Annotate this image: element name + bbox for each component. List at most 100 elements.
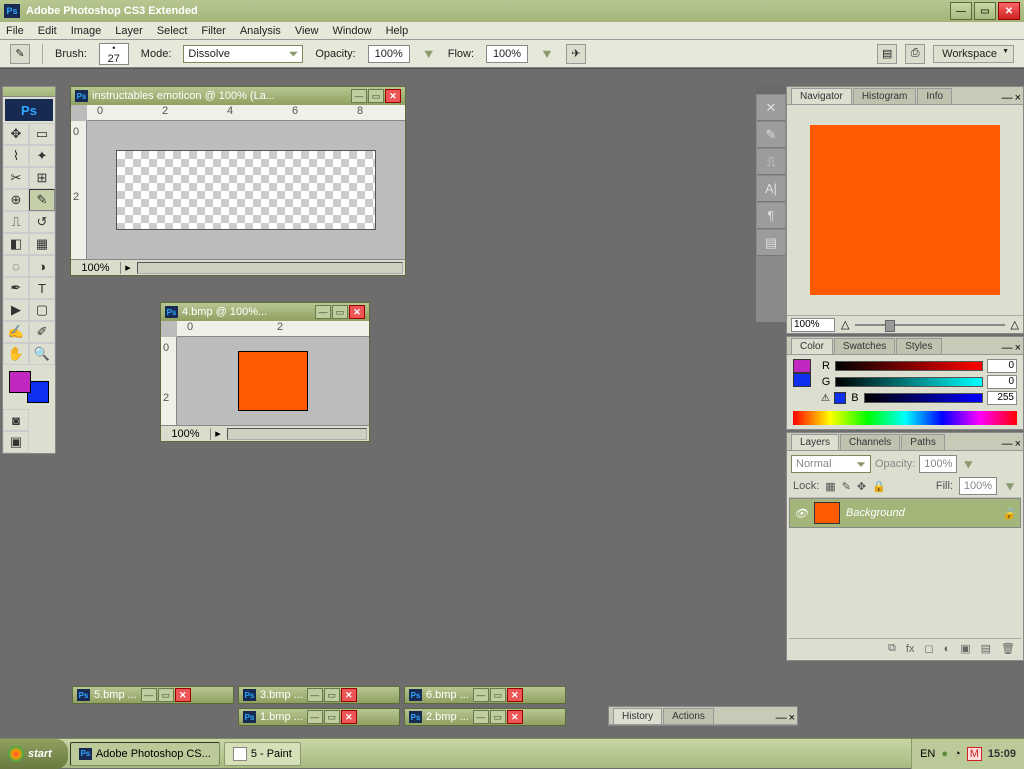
- layer-fill-input[interactable]: 100%: [959, 477, 997, 495]
- screenmode-toggle[interactable]: ▣: [3, 431, 29, 453]
- tab-histogram[interactable]: Histogram: [853, 88, 917, 104]
- lasso-tool[interactable]: ⌇: [3, 145, 29, 167]
- tray-icon[interactable]: ●: [941, 748, 948, 760]
- language-indicator[interactable]: EN: [920, 748, 935, 760]
- opacity-slider-toggle[interactable]: [422, 45, 436, 63]
- layer-row[interactable]: 👁 Background 🔒: [789, 498, 1021, 528]
- menu-window[interactable]: Window: [332, 25, 371, 37]
- layer-thumbnail[interactable]: [814, 502, 840, 524]
- tab-paths[interactable]: Paths: [901, 434, 945, 450]
- tab-swatches[interactable]: Swatches: [834, 338, 895, 354]
- doc2-minimize[interactable]: —: [315, 305, 331, 319]
- lock-all-icon[interactable]: 🔒: [872, 480, 886, 493]
- tray-icon[interactable]: ◔: [954, 748, 961, 760]
- tab-layers[interactable]: Layers: [791, 434, 839, 450]
- menu-layer[interactable]: Layer: [115, 25, 143, 37]
- doc2-zoom[interactable]: 100%: [161, 428, 211, 440]
- lock-transparency-icon[interactable]: ▦: [825, 480, 835, 493]
- layer-blend-dropdown[interactable]: Normal: [791, 455, 871, 473]
- crop-tool[interactable]: ✂: [3, 167, 29, 189]
- start-button[interactable]: start: [0, 739, 68, 769]
- flow-input[interactable]: 100%: [486, 45, 528, 63]
- navigator-zoom-input[interactable]: [791, 318, 835, 332]
- taskbar-item[interactable]: 5 - Paint: [224, 742, 301, 766]
- link-layers-icon[interactable]: ⧉: [888, 642, 896, 655]
- path-tool[interactable]: ▶: [3, 299, 29, 321]
- clock[interactable]: 15:09: [988, 748, 1016, 760]
- min-doc[interactable]: Ps5.bmp ...—▭✕: [72, 686, 234, 704]
- delete-layer-icon[interactable]: 🗑: [1001, 642, 1015, 655]
- tab-styles[interactable]: Styles: [896, 338, 941, 354]
- tray-icon[interactable]: M: [967, 747, 982, 761]
- slice-tool[interactable]: ⊞: [29, 167, 55, 189]
- doc2-maximize[interactable]: ▭: [332, 305, 348, 319]
- doc1-hscroll[interactable]: [137, 262, 403, 274]
- dock-character-icon[interactable]: A|: [757, 176, 785, 202]
- maximize-button[interactable]: ▭: [974, 2, 996, 20]
- menu-view[interactable]: View: [295, 25, 319, 37]
- marquee-tool[interactable]: ▭: [29, 123, 55, 145]
- layer-style-icon[interactable]: fx: [906, 643, 915, 655]
- g-slider[interactable]: [835, 377, 983, 387]
- lock-position-icon[interactable]: ✥: [857, 480, 866, 493]
- doc2-close[interactable]: ✕: [349, 305, 365, 319]
- brush-preset-picker[interactable]: •27: [99, 43, 129, 65]
- dock-grip[interactable]: [756, 86, 786, 94]
- menu-analysis[interactable]: Analysis: [240, 25, 281, 37]
- move-tool[interactable]: ✥: [3, 123, 29, 145]
- dock-layercomps-icon[interactable]: ▤: [757, 230, 785, 256]
- bridge-icon[interactable]: ⎙: [905, 44, 925, 64]
- panel-minimize-icon[interactable]: —: [1002, 342, 1013, 354]
- brush-tool[interactable]: ✎: [29, 189, 55, 211]
- b-slider[interactable]: [864, 393, 983, 403]
- panel-close-icon[interactable]: ×: [1015, 342, 1021, 354]
- close-button[interactable]: ✕: [998, 2, 1020, 20]
- navigator-zoom-slider[interactable]: [855, 324, 1004, 326]
- brush-tool-icon[interactable]: ✎: [10, 44, 30, 64]
- menu-help[interactable]: Help: [386, 25, 409, 37]
- tab-channels[interactable]: Channels: [840, 434, 900, 450]
- flow-slider-toggle[interactable]: [540, 45, 554, 63]
- menu-image[interactable]: Image: [71, 25, 102, 37]
- menu-select[interactable]: Select: [157, 25, 188, 37]
- minimize-button[interactable]: —: [950, 2, 972, 20]
- doc1-maximize[interactable]: ▭: [368, 89, 384, 103]
- layer-group-icon[interactable]: ▣: [960, 642, 970, 655]
- color-spectrum[interactable]: [793, 411, 1017, 425]
- type-tool[interactable]: T: [29, 277, 55, 299]
- pen-tool[interactable]: ✒: [3, 277, 29, 299]
- r-value[interactable]: 0: [987, 359, 1017, 373]
- dock-clone-icon[interactable]: ⎍: [757, 149, 785, 175]
- taskbar-item[interactable]: PsAdobe Photoshop CS...: [70, 742, 220, 766]
- tab-actions[interactable]: Actions: [663, 708, 714, 724]
- gradient-tool[interactable]: ▦: [29, 233, 55, 255]
- doc1-canvas-area[interactable]: [87, 121, 405, 259]
- adjustment-layer-icon[interactable]: ◐: [944, 643, 951, 655]
- file-browser-icon[interactable]: ▤: [877, 44, 897, 64]
- menu-file[interactable]: File: [6, 25, 24, 37]
- airbrush-toggle[interactable]: ✈: [566, 44, 586, 64]
- opacity-input[interactable]: 100%: [368, 45, 410, 63]
- shape-tool[interactable]: ▢: [29, 299, 55, 321]
- layer-fill-toggle[interactable]: [1003, 477, 1017, 495]
- zoom-in-icon[interactable]: △: [1011, 318, 1019, 331]
- panel-minimize-icon[interactable]: —: [1002, 92, 1013, 104]
- quickmask-toggle[interactable]: ◙: [3, 409, 29, 431]
- b-value[interactable]: 255: [987, 391, 1017, 405]
- blur-tool[interactable]: ◌: [3, 255, 29, 277]
- dock-brushes-icon[interactable]: ✎: [757, 122, 785, 148]
- color-swatches[interactable]: [7, 369, 51, 405]
- navigator-preview[interactable]: [787, 105, 1023, 315]
- notes-tool[interactable]: ✍: [3, 321, 29, 343]
- tab-navigator[interactable]: Navigator: [791, 88, 852, 104]
- menu-edit[interactable]: Edit: [38, 25, 57, 37]
- lock-pixels-icon[interactable]: ✎: [842, 480, 851, 493]
- dock-tools-icon[interactable]: ✕: [757, 95, 785, 121]
- color-fg-bg-swatch[interactable]: [793, 359, 811, 407]
- workspace-dropdown[interactable]: Workspace: [933, 45, 1014, 63]
- tab-color[interactable]: Color: [791, 338, 833, 354]
- panel-minimize-icon[interactable]: —: [1002, 438, 1013, 450]
- panel-close-icon[interactable]: ×: [1015, 438, 1021, 450]
- foreground-swatch[interactable]: [9, 371, 31, 393]
- panel-minimize-icon[interactable]: —: [776, 712, 787, 724]
